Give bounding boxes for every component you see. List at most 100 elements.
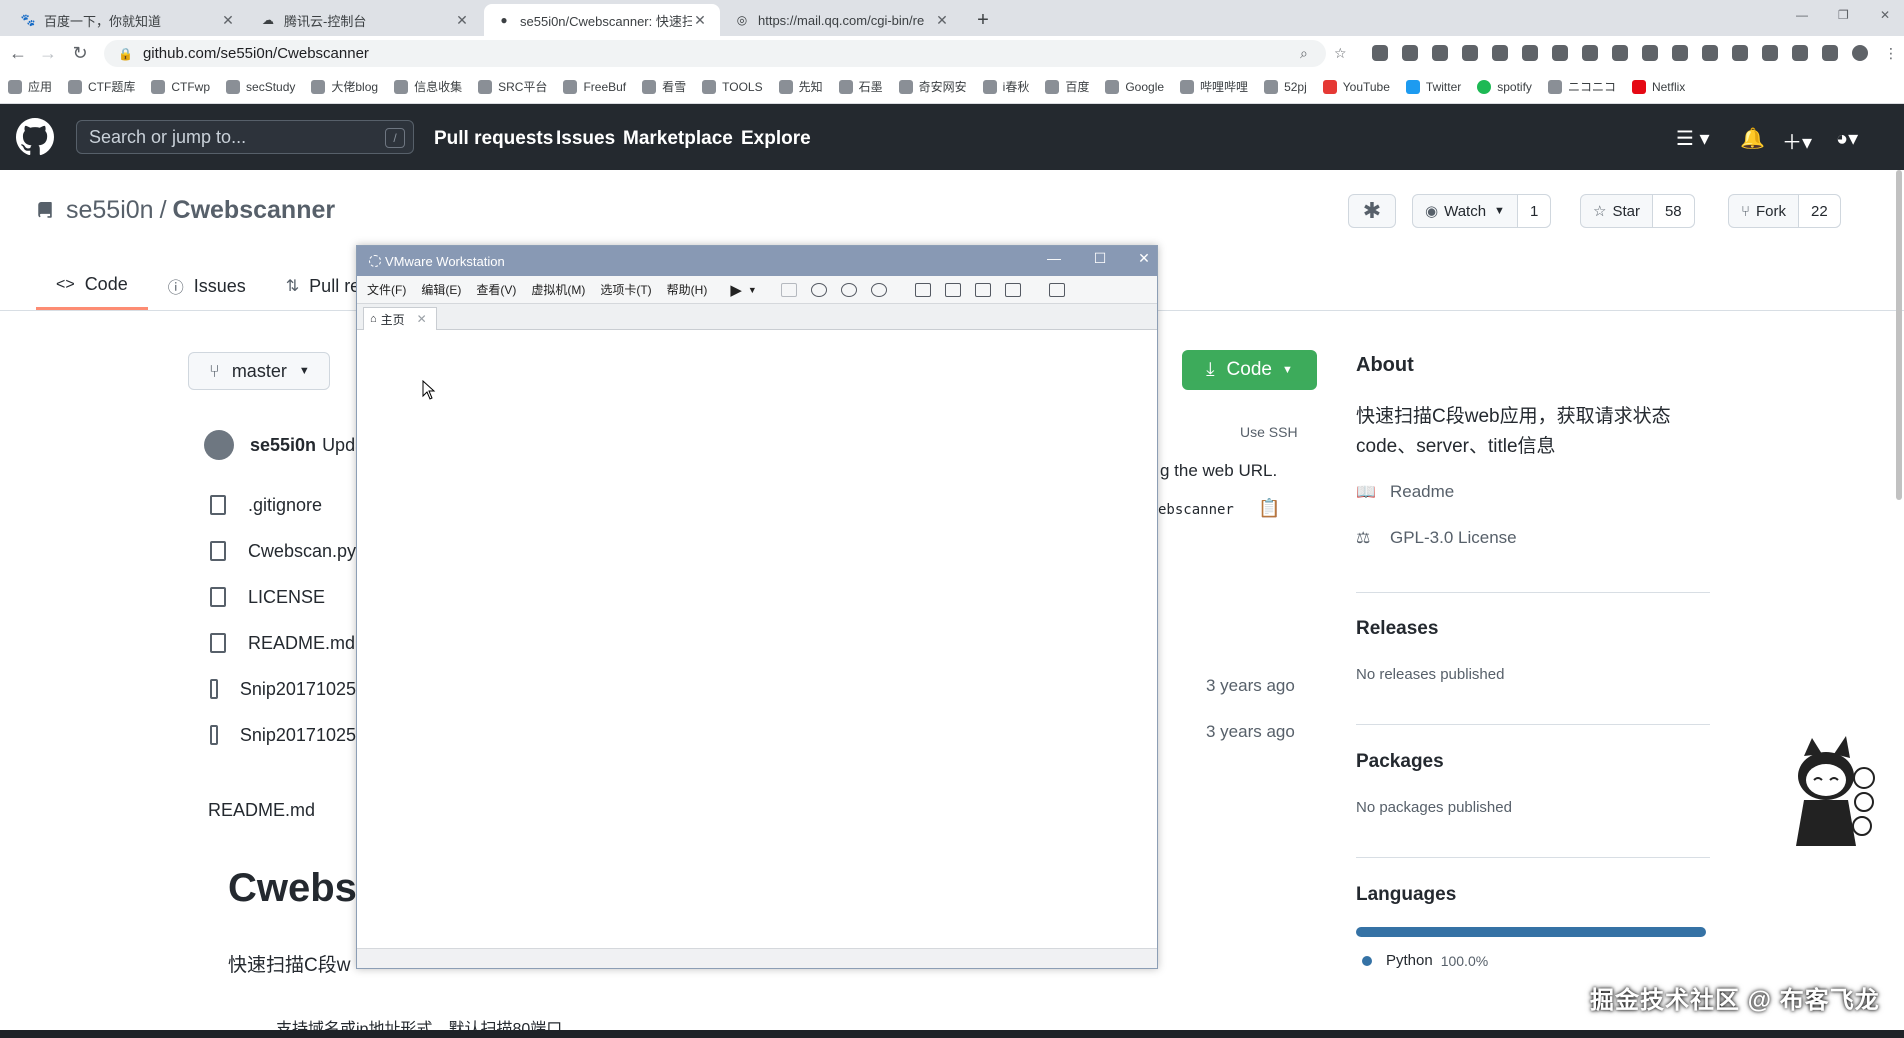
bookmark-item[interactable]: 百度 xyxy=(1045,78,1089,95)
license-link[interactable]: ⚖ GPL-3.0 License xyxy=(1356,528,1517,548)
extension-icon[interactable] xyxy=(1732,45,1748,61)
reload-icon[interactable]: ↻ xyxy=(68,42,92,64)
menu-edit[interactable]: 编辑(E) xyxy=(421,281,461,298)
file-row[interactable]: Snip20171025 xyxy=(188,666,356,712)
vmware-home-tab[interactable]: ⌂ 主页 ✕ xyxy=(363,307,437,330)
browser-tab-tencent-cloud[interactable]: ☁ 腾讯云-控制台 ✕ xyxy=(248,4,482,36)
thumbnail-bar-icon[interactable] xyxy=(944,282,961,297)
branch-select-button[interactable]: ⑂ master ▼ xyxy=(188,352,330,390)
bookmark-item[interactable]: 看雪 xyxy=(642,78,686,95)
user-avatar-icon[interactable]: ◕▾ xyxy=(1836,126,1858,151)
console-icon[interactable] xyxy=(1048,282,1065,297)
unity-icon[interactable] xyxy=(1004,282,1021,297)
fork-button[interactable]: ⑂ Fork 22 xyxy=(1728,194,1841,228)
extension-icon[interactable] xyxy=(1702,45,1718,61)
packages-heading[interactable]: Packages xyxy=(1356,751,1444,773)
extension-icon[interactable] xyxy=(1822,45,1838,61)
menu-kebab-icon[interactable]: ⋮ xyxy=(1884,45,1898,62)
browser-tab-qq-mail[interactable]: ◎ https://mail.qq.com/cgi-bin/re ✕ xyxy=(722,4,962,36)
minimize-icon[interactable]: — xyxy=(1796,8,1808,22)
address-bar[interactable]: 🔒 github.com/se55i0n/Cwebscanner xyxy=(104,40,1326,67)
extension-icon[interactable] xyxy=(1552,45,1568,61)
bookmark-item[interactable]: ニコニコ xyxy=(1547,78,1616,95)
library-panel-icon[interactable] xyxy=(914,282,931,297)
extension-icon[interactable] xyxy=(1612,45,1628,61)
back-icon[interactable]: ← xyxy=(6,42,30,64)
forward-icon[interactable]: → xyxy=(36,42,60,64)
language-item[interactable]: Python 100.0% xyxy=(1362,952,1488,969)
bookmark-item[interactable]: SRC平台 xyxy=(478,78,547,95)
nav-explore[interactable]: Explore xyxy=(741,128,811,150)
file-name[interactable]: README.md xyxy=(248,633,355,654)
bookmark-item[interactable]: TOOLS xyxy=(702,79,763,94)
menu-vm[interactable]: 虚拟机(M) xyxy=(531,281,585,298)
file-row[interactable]: Snip20171025 xyxy=(188,712,356,758)
nav-marketplace[interactable]: Marketplace xyxy=(623,128,733,150)
bookmark-item[interactable]: CTFwp xyxy=(151,79,210,94)
github-logo-icon[interactable] xyxy=(16,118,54,156)
star-button[interactable]: ☆ Star 58 xyxy=(1580,194,1695,228)
file-row[interactable]: LICENSE xyxy=(188,574,356,620)
menu-file[interactable]: 文件(F) xyxy=(367,281,406,298)
file-name[interactable]: .gitignore xyxy=(248,495,322,516)
file-row[interactable]: Cwebscan.py xyxy=(188,528,356,574)
avatar[interactable] xyxy=(204,430,234,460)
sponsor-button[interactable]: ✱ xyxy=(1348,194,1396,228)
menu-view[interactable]: 查看(V) xyxy=(476,281,516,298)
extension-icon[interactable] xyxy=(1642,45,1658,61)
vmware-content-area[interactable] xyxy=(357,330,1157,940)
extension-icon[interactable] xyxy=(1522,45,1538,61)
bookmark-item[interactable]: secStudy xyxy=(226,79,295,94)
bookmark-item[interactable]: i春秋 xyxy=(982,78,1029,95)
extension-icon[interactable] xyxy=(1792,45,1808,61)
bookmark-item[interactable]: FreeBuf xyxy=(563,79,626,94)
play-icon[interactable]: ▶ xyxy=(730,281,742,299)
clone-url-field[interactable]: ebscanner xyxy=(1158,502,1234,518)
bookmark-item[interactable]: Google xyxy=(1105,79,1164,94)
close-icon[interactable]: ✕ xyxy=(1133,250,1155,267)
file-row[interactable]: .gitignore xyxy=(188,482,356,528)
close-icon[interactable]: ✕ xyxy=(417,312,427,326)
code-download-button[interactable]: ⤓ Code ▼ xyxy=(1182,350,1317,390)
commit-author-link[interactable]: se55i0n xyxy=(250,435,316,456)
extension-icon[interactable] xyxy=(1462,45,1478,61)
bookmark-item[interactable]: 大佬blog xyxy=(311,78,378,95)
tab-code[interactable]: <> Code xyxy=(36,262,148,310)
send-keys-icon[interactable] xyxy=(780,282,797,297)
fullscreen-icon[interactable] xyxy=(974,282,991,297)
bookmark-item[interactable]: 52pj xyxy=(1264,79,1307,94)
page-scrollbar[interactable] xyxy=(1896,170,1902,500)
chevron-down-icon[interactable]: ▼ xyxy=(748,285,757,295)
close-icon[interactable]: ✕ xyxy=(220,12,236,29)
bookmark-item[interactable]: 信息收集 xyxy=(394,78,462,95)
bookmark-item[interactable]: spotify xyxy=(1477,79,1532,94)
extension-icon[interactable] xyxy=(1372,45,1388,61)
snapshot-icon[interactable] xyxy=(810,282,827,297)
bookmark-apps[interactable]: 应用 xyxy=(8,78,52,95)
close-window-icon[interactable]: ✕ xyxy=(1880,8,1890,22)
bookmark-item[interactable]: 石墨 xyxy=(838,78,883,95)
plus-dropdown-icon[interactable]: ＋▾ xyxy=(1782,126,1812,155)
repo-owner-link[interactable]: se55i0n xyxy=(66,196,154,225)
use-ssh-link[interactable]: Use SSH xyxy=(1240,424,1298,440)
nav-pull-requests[interactable]: Pull requests xyxy=(434,128,553,150)
file-name[interactable]: Snip20171025 xyxy=(240,679,356,700)
watch-button[interactable]: ◉ Watch ▼ 1 xyxy=(1412,194,1552,228)
file-row[interactable]: README.md xyxy=(188,620,356,666)
browser-tab-baidu[interactable]: 🐾 百度一下，你就知道 ✕ xyxy=(8,4,248,36)
nav-issues[interactable]: Issues xyxy=(556,128,615,150)
file-name[interactable]: Snip20171025 xyxy=(240,725,356,746)
fork-count[interactable]: 22 xyxy=(1798,195,1840,227)
extension-icon[interactable] xyxy=(1582,45,1598,61)
repo-name-link[interactable]: Cwebscanner xyxy=(173,196,336,225)
bookmark-item[interactable]: 先知 xyxy=(778,78,823,95)
github-search-input[interactable]: Search or jump to... / xyxy=(76,120,414,154)
close-icon[interactable]: ✕ xyxy=(454,12,470,29)
close-icon[interactable]: ✕ xyxy=(692,12,708,29)
file-name[interactable]: LICENSE xyxy=(248,587,325,608)
vmware-title-bar[interactable]: VMware Workstation — ☐ ✕ xyxy=(357,246,1157,276)
tab-issues[interactable]: ⓘ Issues xyxy=(148,262,266,310)
bookmark-item[interactable]: YouTube xyxy=(1322,79,1390,94)
menu-help[interactable]: 帮助(H) xyxy=(667,281,708,298)
revert-snapshot-icon[interactable] xyxy=(840,282,857,297)
